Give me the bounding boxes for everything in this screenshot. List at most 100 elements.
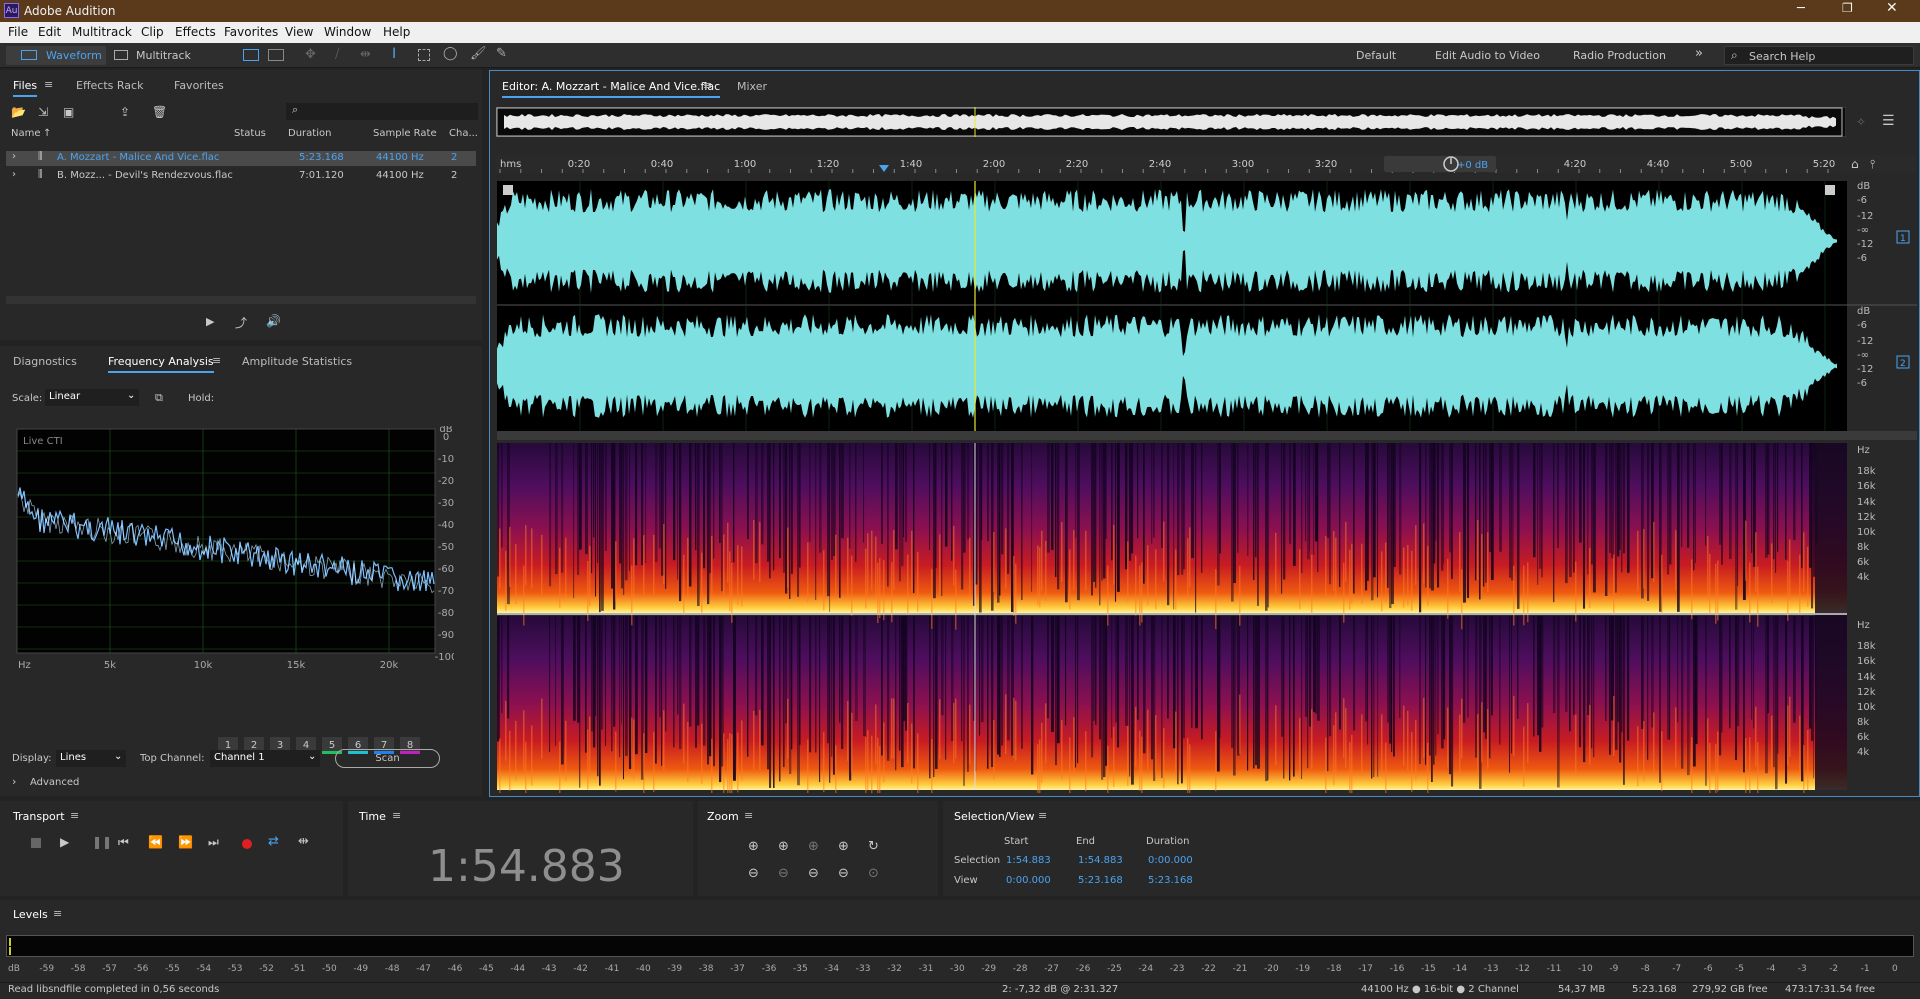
skip-next-icon[interactable]: ⏭ xyxy=(208,835,219,850)
zoom-selection-icon[interactable]: ⊕ xyxy=(808,839,819,854)
menu-favorites[interactable]: Favorites xyxy=(224,25,278,39)
brush-tool-icon[interactable]: 🖌 xyxy=(470,46,487,61)
zoom-menu-icon[interactable]: ≡ xyxy=(744,809,753,822)
menu-edit[interactable]: Edit xyxy=(38,25,61,39)
move-tool-icon[interactable]: ✥ xyxy=(305,47,316,62)
col-name[interactable]: Name xyxy=(11,128,41,139)
table-row[interactable]: › ⫼ B. Mozz... - Devil's Rendezvous.flac… xyxy=(6,169,476,184)
loop-icon[interactable]: ⤴ xyxy=(235,314,247,331)
files-scrollbar[interactable] xyxy=(6,296,476,304)
play-icon[interactable]: ▶ xyxy=(60,835,69,849)
fast-forward-icon[interactable]: ⏩ xyxy=(178,835,193,849)
tab-files[interactable]: Files xyxy=(13,79,38,97)
col-duration[interactable]: Duration xyxy=(288,128,331,139)
hud-icon[interactable] xyxy=(503,185,513,195)
view-duration[interactable]: 5:23.168 xyxy=(1148,875,1193,886)
waveform-display[interactable]: dB -6 -12 -∞ -12 -6 dB -6 -12 -∞ -12 -6 1 2 xyxy=(497,181,1917,441)
scan-button[interactable]: Scan xyxy=(335,749,440,768)
workspace-edit-audio-video[interactable]: Edit Audio to Video xyxy=(1435,49,1540,62)
snap-icon[interactable]: ⌂ xyxy=(1851,157,1859,171)
zoom-out-amplitude-icon[interactable]: ⊖ xyxy=(748,866,759,881)
tab-mixer[interactable]: Mixer xyxy=(737,80,767,93)
delete-icon[interactable]: 🗑 xyxy=(152,105,167,119)
razor-tool-icon[interactable]: ⧸ xyxy=(335,47,339,62)
record-icon[interactable] xyxy=(242,839,252,849)
analysis-menu-icon[interactable]: ≡ xyxy=(212,354,221,367)
spot-healing-icon[interactable]: ✎ xyxy=(496,46,507,61)
maximize-icon[interactable]: ❐ xyxy=(1842,1,1853,15)
loop-playback-icon[interactable]: ⇄ xyxy=(268,834,279,849)
menu-file[interactable]: File xyxy=(8,25,28,39)
display-select[interactable]: Lines ⌄ xyxy=(56,750,126,767)
col-channels[interactable]: Cha... xyxy=(449,128,478,139)
insert-icon[interactable]: ⇪ xyxy=(120,105,130,119)
close-icon[interactable]: ✕ xyxy=(1886,0,1898,16)
scale-select[interactable]: Linear ⌄ xyxy=(45,389,139,406)
open-file-icon[interactable]: 📂 xyxy=(11,105,26,119)
import-file-icon[interactable]: ⇲ xyxy=(38,105,48,119)
menu-effects[interactable]: Effects xyxy=(175,25,216,39)
menu-view[interactable]: View xyxy=(285,25,313,39)
pitch-display-icon[interactable] xyxy=(268,49,284,61)
skip-previous-icon[interactable]: ⏮ xyxy=(118,835,129,850)
zoom-left-edge-icon[interactable]: ⊕ xyxy=(838,839,849,854)
menu-clip[interactable]: Clip xyxy=(141,25,164,39)
zoom-out-full-icon[interactable]: ⊖ xyxy=(778,866,789,881)
zoom-in-time-icon[interactable]: ⊕ xyxy=(778,839,789,854)
overview-strip[interactable] xyxy=(496,107,1846,137)
workspace-radio-production[interactable]: Radio Production xyxy=(1573,49,1666,62)
menu-help[interactable]: Help xyxy=(383,25,410,39)
zoom-in-amplitude-icon[interactable]: ⊕ xyxy=(748,839,759,854)
tab-frequency-analysis[interactable]: Frequency Analysis xyxy=(108,355,214,373)
view-start[interactable]: 0:00.000 xyxy=(1006,875,1051,886)
selection-duration[interactable]: 0:00.000 xyxy=(1148,855,1193,866)
zoom-reset-icon[interactable]: ↻ xyxy=(868,839,879,854)
pin-icon[interactable]: ⫯ xyxy=(1870,157,1875,172)
transport-menu-icon[interactable]: ≡ xyxy=(70,809,79,822)
files-menu-icon[interactable]: ≡ xyxy=(44,78,53,91)
zoom-right-edge-icon[interactable]: ⊖ xyxy=(838,866,849,881)
search-help-field[interactable]: ⌕ Search Help xyxy=(1724,46,1914,65)
new-file-icon[interactable]: ▣ xyxy=(63,105,74,119)
skip-selection-icon[interactable]: ⇹ xyxy=(298,834,309,849)
spectral-display-icon[interactable] xyxy=(243,49,259,61)
waveform-view-button[interactable]: Waveform xyxy=(6,46,106,65)
menu-multitrack[interactable]: Multitrack xyxy=(72,25,132,39)
files-search-input[interactable]: ⌕ xyxy=(286,103,478,120)
pause-icon[interactable]: ❚❚ xyxy=(92,835,112,849)
editor-menu-icon[interactable]: ≡ xyxy=(703,79,712,92)
expand-icon[interactable]: › xyxy=(12,151,16,162)
view-end[interactable]: 5:23.168 xyxy=(1078,875,1123,886)
autoplay-icon[interactable]: 🔊 xyxy=(266,314,281,328)
time-menu-icon[interactable]: ≡ xyxy=(392,809,401,822)
advanced-label[interactable]: Advanced xyxy=(30,777,79,788)
multitrack-view-button[interactable]: Multitrack xyxy=(112,46,202,65)
stop-icon[interactable] xyxy=(31,838,41,848)
minimize-icon[interactable]: ─ xyxy=(1797,1,1805,16)
expand-icon[interactable]: › xyxy=(12,169,16,180)
advanced-expand-icon[interactable]: › xyxy=(12,775,16,788)
selection-end[interactable]: 1:54.883 xyxy=(1078,855,1123,866)
table-row[interactable]: › ⫼ A. Mozzart - Malice And Vice.flac 5:… xyxy=(6,151,476,166)
slip-tool-icon[interactable]: ⇹ xyxy=(360,47,371,62)
spectral-display[interactable]: Hz Hz 18k 18k 16k 16k 14k 14k 12k 12k 10k 10k 8k 8k 6k… xyxy=(497,443,1917,793)
copy-icon[interactable]: ⧉ xyxy=(155,391,163,405)
panel-menu-icon[interactable]: ☰ xyxy=(1882,113,1895,129)
selection-menu-icon[interactable]: ≡ xyxy=(1038,809,1047,822)
col-status[interactable]: Status xyxy=(234,128,266,139)
play-icon[interactable]: ▶ xyxy=(206,315,214,328)
zoom-tracks-icon[interactable]: ⊙ xyxy=(868,866,879,881)
hud-icon[interactable] xyxy=(1825,185,1835,195)
zoom-out-time-icon[interactable]: ⊖ xyxy=(808,866,819,881)
time-selection-tool-icon[interactable]: I xyxy=(392,46,396,62)
more-workspaces-icon[interactable]: » xyxy=(1695,46,1703,61)
tab-amplitude-statistics[interactable]: Amplitude Statistics xyxy=(242,355,352,368)
top-channel-select[interactable]: Channel 1 ⌄ xyxy=(210,750,320,767)
selection-start[interactable]: 1:54.883 xyxy=(1006,855,1051,866)
tab-editor[interactable]: Editor: A. Mozzart - Malice And Vice.fla… xyxy=(502,80,721,98)
menu-window[interactable]: Window xyxy=(324,25,371,39)
marquee-tool-icon[interactable] xyxy=(418,49,430,61)
levels-menu-icon[interactable]: ≡ xyxy=(53,907,62,920)
workspace-default[interactable]: Default xyxy=(1356,49,1396,62)
lasso-tool-icon[interactable]: ◯ xyxy=(443,46,458,61)
